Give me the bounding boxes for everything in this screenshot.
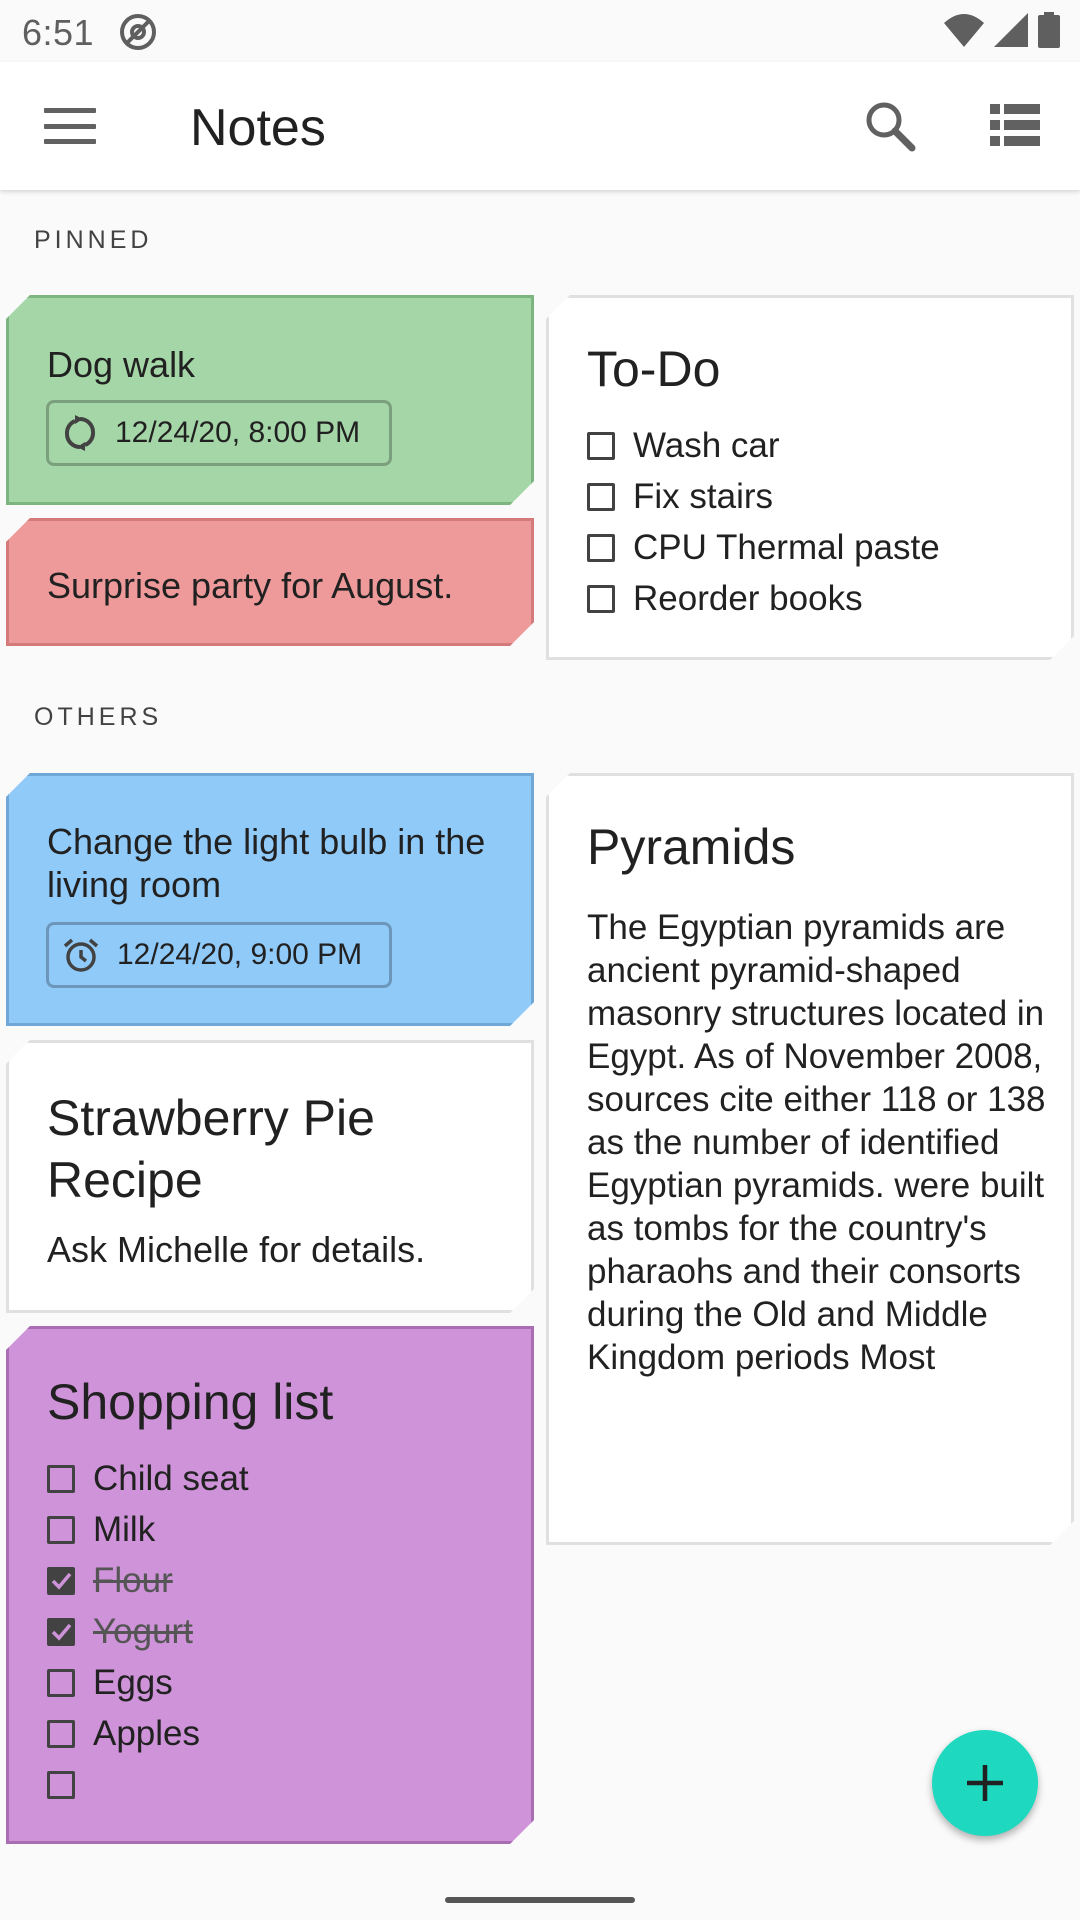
checklist-item-text: Milk: [93, 1509, 156, 1549]
note-text: Surprise party for August.: [47, 565, 454, 606]
checklist-item-text: Eggs: [93, 1662, 173, 1702]
page-title: Notes: [190, 99, 326, 157]
checkbox[interactable]: [47, 1720, 75, 1748]
checklist-item-text: Wash car: [633, 425, 780, 465]
checklist-item-text: Reorder books: [633, 578, 863, 618]
battery-icon: [1038, 12, 1060, 48]
note-strawberry-pie[interactable]: Strawberry Pie Recipe Ask Michelle for d…: [6, 1040, 534, 1313]
checkbox-checked[interactable]: [47, 1618, 75, 1646]
note-body: Ask Michelle for details.: [47, 1229, 426, 1270]
note-title: Shopping list: [47, 1374, 334, 1430]
status-time: 6:51: [22, 12, 95, 53]
checklist-item-text: Fix stairs: [633, 476, 773, 516]
note-light-bulb[interactable]: Change the light bulb in the living room…: [6, 773, 534, 1026]
note-text: Dog walk: [47, 344, 196, 385]
note-text: Change the light bulb in the living room: [47, 821, 486, 905]
add-note-button[interactable]: [932, 1730, 1038, 1836]
note-title: Pyramids: [587, 819, 796, 875]
status-bar: 6:51: [0, 0, 1080, 62]
wifi-icon: [944, 14, 984, 47]
checklist-item[interactable]: Flour: [47, 1555, 507, 1606]
section-label-pinned: PINNED: [34, 226, 153, 254]
note-todo[interactable]: To-Do Wash car Fix stairs CPU Thermal pa…: [546, 295, 1074, 660]
note-title: To-Do: [587, 341, 721, 397]
checkbox[interactable]: [587, 483, 615, 511]
checklist: Wash car Fix stairs CPU Thermal paste Re…: [587, 420, 1047, 624]
reminder-chip[interactable]: 12/24/20, 8:00 PM: [46, 400, 392, 466]
section-label-others: OTHERS: [34, 703, 163, 731]
note-pyramids[interactable]: Pyramids The Egyptian pyramids are ancie…: [546, 773, 1074, 1545]
status-icons: [944, 12, 1060, 48]
reminder-chip[interactable]: 12/24/20, 9:00 PM: [46, 922, 392, 988]
checkbox-checked[interactable]: [47, 1567, 75, 1595]
checklist-item[interactable]: Fix stairs: [587, 471, 1047, 522]
checklist-item[interactable]: Eggs: [47, 1657, 507, 1708]
checklist-item[interactable]: Wash car: [587, 420, 1047, 471]
checkbox[interactable]: [587, 534, 615, 562]
checkbox[interactable]: [47, 1465, 75, 1493]
checklist-item[interactable]: Child seat: [47, 1453, 507, 1504]
checkbox[interactable]: [47, 1516, 75, 1544]
checklist-item[interactable]: CPU Thermal paste: [587, 522, 1047, 573]
checkbox[interactable]: [587, 585, 615, 613]
checklist-item[interactable]: Apples: [47, 1708, 507, 1759]
checklist-item[interactable]: Reorder books: [587, 573, 1047, 624]
reminder-text: 12/24/20, 9:00 PM: [117, 938, 363, 971]
checkbox[interactable]: [47, 1669, 75, 1697]
checklist-item[interactable]: Milk: [47, 1504, 507, 1555]
checklist-item-text: Child seat: [93, 1458, 249, 1498]
alarm-icon: [63, 937, 99, 973]
at-sign-icon: [118, 12, 158, 57]
checklist-item-text: CPU Thermal paste: [633, 527, 940, 567]
note-title: Strawberry Pie Recipe: [47, 1090, 375, 1208]
menu-icon[interactable]: [40, 104, 100, 148]
search-icon[interactable]: [862, 98, 918, 154]
note-dog-walk[interactable]: Dog walk 12/24/20, 8:00 PM: [6, 295, 534, 505]
checkbox[interactable]: [587, 432, 615, 460]
home-indicator[interactable]: [445, 1897, 635, 1903]
reminder-text: 12/24/20, 8:00 PM: [115, 416, 361, 449]
checklist: Child seat Milk Flour Yogurt Eggs Apples: [47, 1453, 507, 1810]
checkbox[interactable]: [47, 1771, 75, 1799]
note-body: The Egyptian pyramids are ancient pyrami…: [587, 908, 1046, 1377]
note-surprise-party[interactable]: Surprise party for August.: [6, 518, 534, 646]
checklist-item[interactable]: Yogurt: [47, 1606, 507, 1657]
repeat-icon: [63, 415, 97, 451]
checklist-item-text: Flour: [93, 1560, 173, 1600]
checklist-item-text: Apples: [93, 1713, 201, 1753]
checklist-item[interactable]: [47, 1759, 507, 1810]
app-bar: Notes: [0, 62, 1080, 190]
checklist-item-text: Yogurt: [93, 1611, 193, 1651]
list-view-icon[interactable]: [990, 102, 1040, 148]
signal-icon: [994, 13, 1028, 47]
note-shopping-list[interactable]: Shopping list Child seat Milk Flour Yogu…: [6, 1326, 534, 1844]
plus-icon: [967, 1765, 1003, 1801]
